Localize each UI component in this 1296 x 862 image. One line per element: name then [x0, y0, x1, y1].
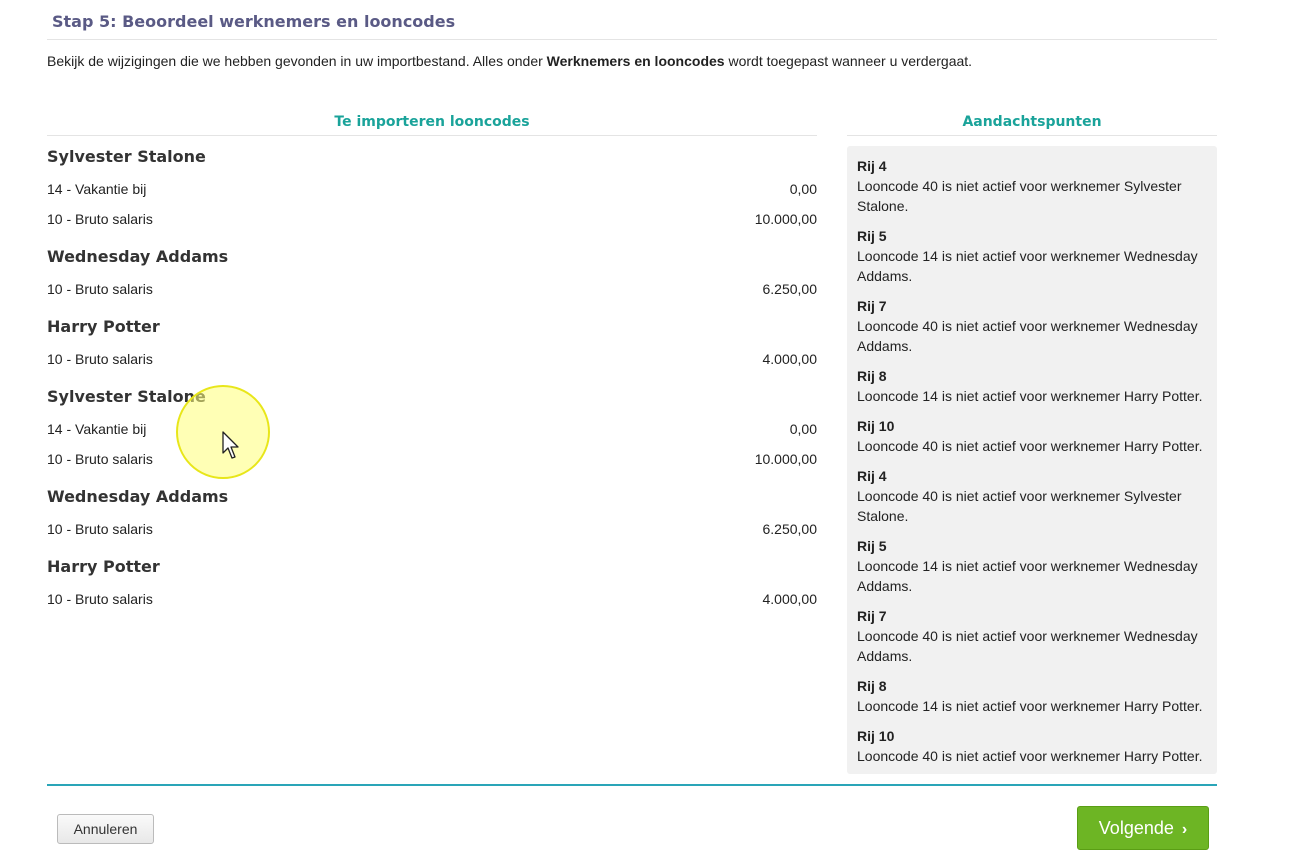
step-title: Stap 5: Beoordeel werknemers en looncode… — [52, 12, 456, 31]
note-message: Looncode 14 is niet actief voor werkneme… — [857, 558, 1198, 594]
note-message: Looncode 14 is niet actief voor werkneme… — [857, 698, 1203, 714]
note-message: Looncode 40 is niet actief voor werkneme… — [857, 178, 1182, 214]
note-item: Rij 5 Looncode 14 is niet actief voor wer… — [857, 536, 1207, 596]
note-message: Looncode 40 is niet actief voor werkneme… — [857, 628, 1198, 664]
looncode-row: 14 - Vakantie bij 0,00 — [47, 174, 817, 204]
note-message: Looncode 40 is niet actief voor werkneme… — [857, 748, 1203, 764]
note-row-label: Rij 7 — [857, 608, 887, 624]
note-item: Rij 10 Looncode 40 is niet actief voor we… — [857, 726, 1207, 766]
looncode-label: 10 - Bruto salaris — [47, 281, 153, 297]
cancel-button[interactable]: Annuleren — [57, 814, 154, 844]
note-message: Looncode 40 is niet actief voor werkneme… — [857, 488, 1182, 524]
looncode-amount: 6.250,00 — [762, 521, 818, 537]
note-item: Rij 8 Looncode 14 is niet actief voor wer… — [857, 366, 1207, 406]
notes-panel[interactable]: Rij 4 Looncode 40 is niet actief voor wer… — [847, 146, 1217, 774]
note-row-label: Rij 8 — [857, 368, 887, 384]
note-item: Rij 7 Looncode 40 is niet actief voor wer… — [857, 296, 1207, 356]
chevron-right-icon: › — [1181, 821, 1188, 838]
intro-text-bold: Werknemers en looncodes — [546, 53, 725, 69]
employee-name: Sylvester Stalone — [47, 147, 206, 166]
intro-text: Bekijk de wijzigingen die we hebben gevo… — [47, 53, 972, 69]
note-row-label: Rij 7 — [857, 298, 887, 314]
looncode-row: 10 - Bruto salaris 10.000,00 — [47, 204, 817, 234]
looncode-amount: 0,00 — [789, 181, 817, 197]
aandachtspunten-header: Aandachtspunten — [847, 112, 1217, 136]
footer-divider — [47, 784, 1217, 786]
employee-name: Harry Potter — [47, 317, 160, 336]
looncode-label: 14 - Vakantie bij — [47, 181, 147, 197]
mouse-pointer-icon — [222, 431, 239, 459]
looncode-label: 10 - Bruto salaris — [47, 591, 153, 607]
note-item: Rij 5 Looncode 14 is niet actief voor wer… — [857, 226, 1207, 286]
looncode-label: 14 - Vakantie bij — [47, 421, 147, 437]
looncode-label: 10 - Bruto salaris — [47, 521, 153, 537]
employee-name: Wednesday Addams — [47, 247, 229, 266]
employee-name: Wednesday Addams — [47, 487, 229, 506]
note-row-label: Rij 10 — [857, 418, 895, 434]
note-row-label: Rij 10 — [857, 728, 895, 744]
intro-text-after: wordt toegepast wanneer u verdergaat. — [724, 53, 973, 69]
looncode-row: 10 - Bruto salaris 6.250,00 — [47, 514, 817, 544]
looncode-amount: 10.000,00 — [754, 451, 817, 467]
looncode-label: 10 - Bruto salaris — [47, 451, 153, 467]
note-message: Looncode 14 is niet actief voor werkneme… — [857, 248, 1198, 284]
looncode-row: 10 - Bruto salaris 4.000,00 — [47, 344, 817, 374]
note-row-label: Rij 8 — [857, 678, 887, 694]
note-row-label: Rij 4 — [857, 158, 887, 174]
note-message: Looncode 14 is niet actief voor werkneme… — [857, 388, 1203, 404]
intro-text-before: Bekijk de wijzigingen die we hebben gevo… — [47, 53, 547, 69]
looncodes-column: Te importeren looncodes Sylvester Stalon… — [47, 112, 817, 614]
next-button[interactable]: Volgende › — [1077, 806, 1209, 850]
employee-name: Harry Potter — [47, 557, 160, 576]
looncode-amount: 4.000,00 — [762, 591, 818, 607]
looncode-row: 10 - Bruto salaris 10.000,00 — [47, 444, 817, 474]
note-item: Rij 10 Looncode 40 is niet actief voor we… — [857, 416, 1207, 456]
aandachtspunten-column: Aandachtspunten Rij 4 Looncode 40 is niet… — [847, 112, 1217, 774]
title-divider — [47, 39, 1217, 40]
note-item: Rij 7 Looncode 40 is niet actief voor wer… — [857, 606, 1207, 666]
note-item: Rij 4 Looncode 40 is niet actief voor wer… — [857, 466, 1207, 526]
note-item: Rij 4 Looncode 40 is niet actief voor wer… — [857, 156, 1207, 216]
looncode-amount: 4.000,00 — [762, 351, 818, 367]
note-item: Rij 8 Looncode 14 is niet actief voor wer… — [857, 676, 1207, 716]
note-row-label: Rij 4 — [857, 468, 887, 484]
employee-name: Sylvester Stalone — [47, 387, 206, 406]
looncode-label: 10 - Bruto salaris — [47, 351, 153, 367]
note-message: Looncode 40 is niet actief voor werkneme… — [857, 438, 1203, 454]
note-message: Looncode 40 is niet actief voor werkneme… — [857, 318, 1198, 354]
note-row-label: Rij 5 — [857, 538, 887, 554]
looncode-row: 10 - Bruto salaris 4.000,00 — [47, 584, 817, 614]
looncodes-header: Te importeren looncodes — [47, 112, 817, 136]
looncode-amount: 0,00 — [789, 421, 817, 437]
looncode-amount: 6.250,00 — [762, 281, 818, 297]
next-button-label: Volgende — [1098, 818, 1174, 838]
employee-list: Sylvester Stalone 14 - Vakantie bij 0,00 10… — [47, 136, 817, 614]
looncode-row: 10 - Bruto salaris 6.250,00 — [47, 274, 817, 304]
looncode-row: 14 - Vakantie bij 0,00 — [47, 414, 817, 444]
looncode-label: 10 - Bruto salaris — [47, 211, 153, 227]
looncode-amount: 10.000,00 — [754, 211, 817, 227]
import-review-page: Stap 5: Beoordeel werknemers en looncode… — [0, 0, 1296, 862]
note-row-label: Rij 5 — [857, 228, 887, 244]
